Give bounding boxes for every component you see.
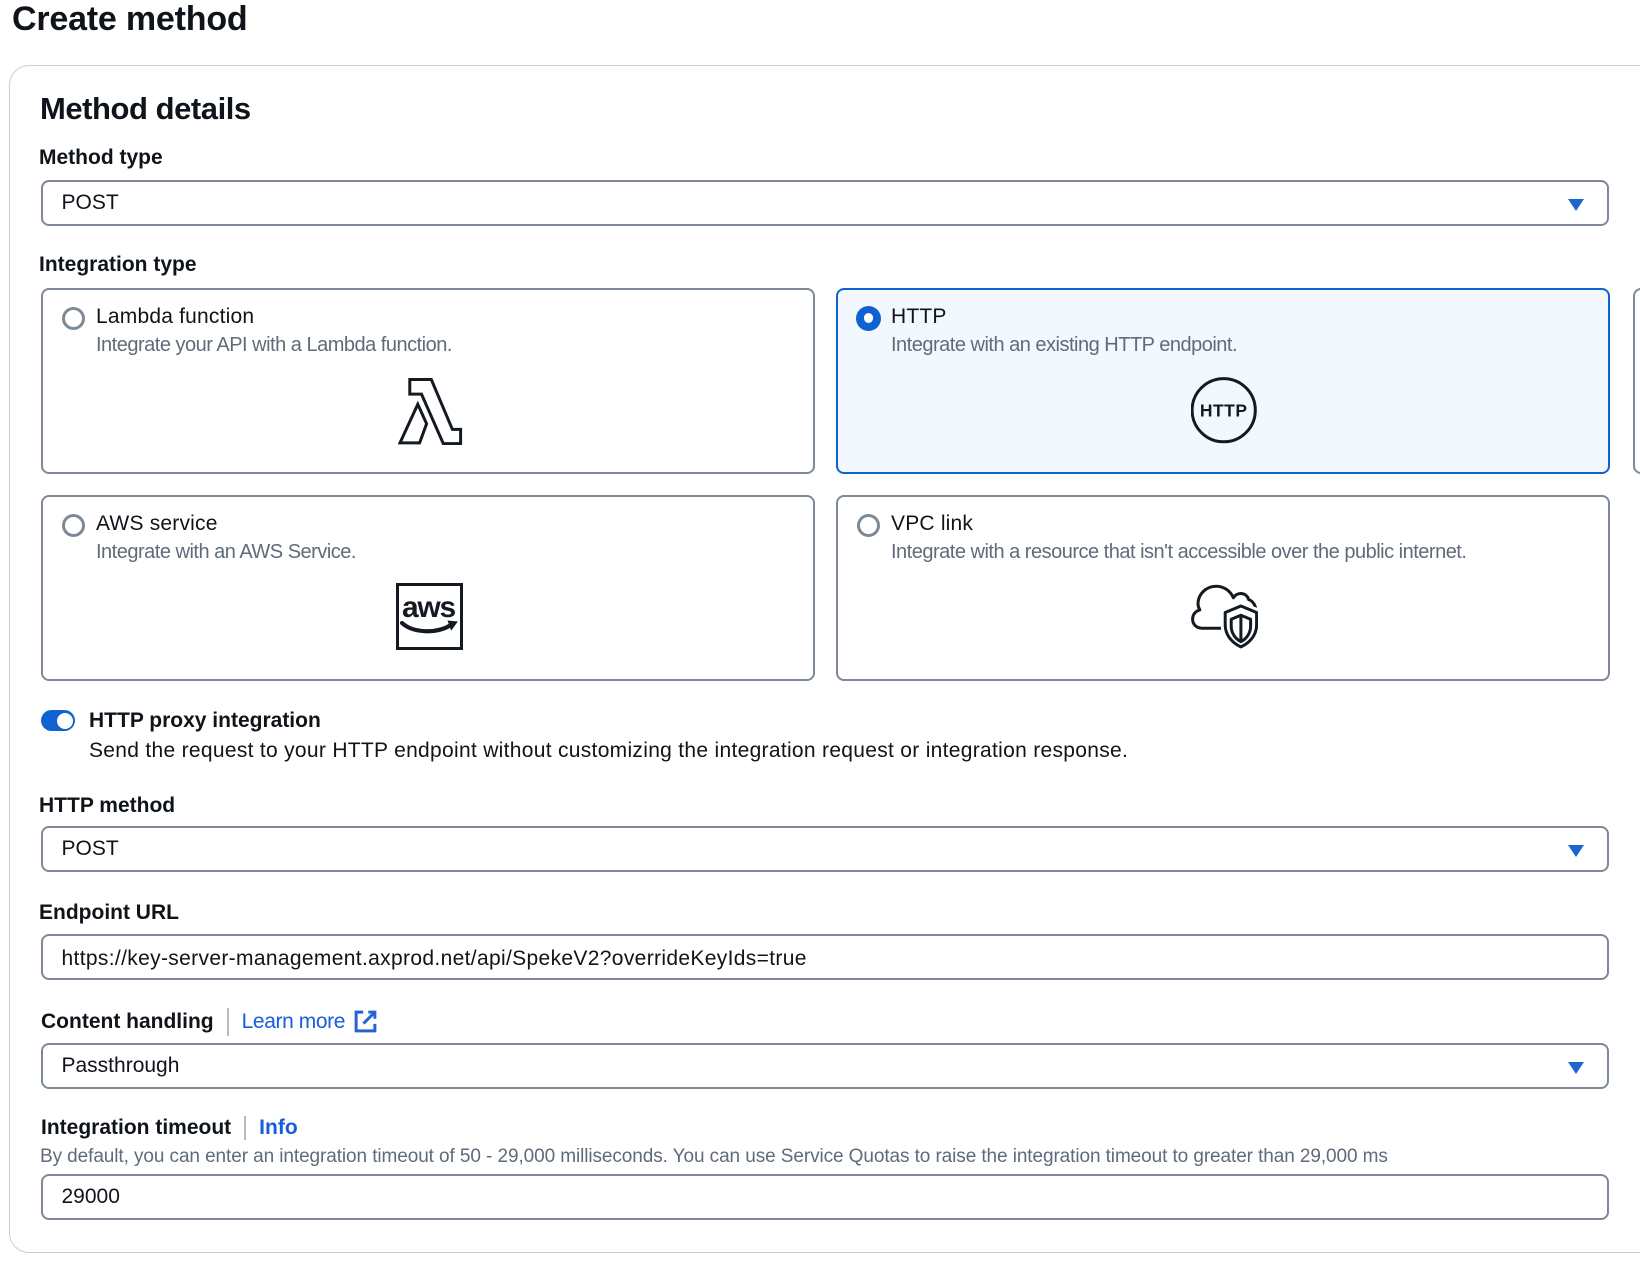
svg-text:HTTP: HTTP: [1200, 400, 1248, 420]
svg-text:aws: aws: [402, 591, 456, 624]
